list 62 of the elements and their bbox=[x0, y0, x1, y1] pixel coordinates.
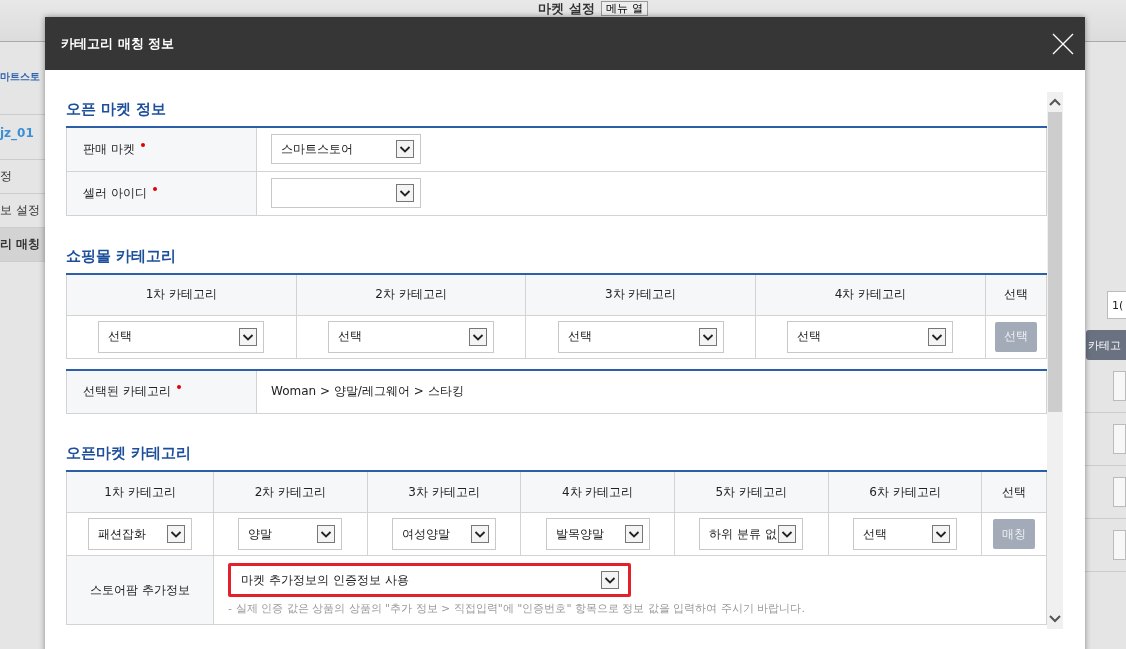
chevron-down-icon bbox=[317, 525, 336, 543]
column-header: 1차 카테고리 bbox=[66, 273, 297, 315]
chevron-down-icon bbox=[239, 327, 258, 346]
column-header: 5차 카테고리 bbox=[674, 471, 829, 513]
scroll-up-icon[interactable] bbox=[1049, 98, 1061, 106]
chevron-down-icon bbox=[928, 327, 947, 346]
dropdown[interactable]: 선택 bbox=[98, 320, 265, 353]
row-button[interactable] bbox=[1113, 530, 1126, 560]
help-text: - 실제 인증 값은 상품의 상품의 "추가 정보 > 직접입력"에 "인증번호" 항목으로 정보 값을 입력하여 주시기 바랍니다. bbox=[228, 601, 806, 616]
dropdown[interactable] bbox=[271, 178, 421, 208]
chevron-down-icon bbox=[396, 140, 414, 159]
column-header: 3차 카테고리 bbox=[525, 273, 756, 315]
chevron-down-icon bbox=[624, 525, 643, 543]
dialog-title: 카테고리 매칭 정보 bbox=[61, 34, 175, 53]
table-header: 선택된 카테고리 bbox=[66, 369, 257, 414]
dropdown[interactable]: 선택 bbox=[557, 320, 724, 353]
dropdown[interactable]: 마켓 추가정보의 인증정보 사용 bbox=[228, 563, 632, 597]
row-button[interactable] bbox=[1113, 371, 1126, 401]
dropdown[interactable]: 발목양말 bbox=[545, 518, 650, 550]
chevron-down-icon bbox=[931, 525, 950, 543]
dropdown[interactable]: 하위 분류 없 bbox=[699, 518, 804, 550]
chevron-down-icon bbox=[601, 571, 620, 589]
column-header: 1차 카테고리 bbox=[66, 471, 214, 513]
category-button[interactable]: 카테고 bbox=[1086, 330, 1126, 360]
row-button[interactable] bbox=[1113, 424, 1126, 454]
chevron-down-icon bbox=[167, 525, 186, 543]
chevron-down-icon bbox=[778, 525, 797, 543]
column-header: 2차 카테고리 bbox=[296, 273, 526, 315]
table-header: 스토어팜 추가정보 bbox=[66, 555, 214, 625]
dropdown[interactable]: 여성양말 bbox=[392, 518, 497, 550]
dropdown[interactable]: 선택 bbox=[787, 320, 954, 353]
section-title: 오픈마켓 카테고리 bbox=[66, 443, 193, 464]
sidebar-item[interactable]: 리 매칭 bbox=[0, 228, 45, 262]
dropdown[interactable]: 스마트스토어 bbox=[271, 134, 421, 165]
column-header: 4차 카테고리 bbox=[755, 273, 986, 315]
page-title: 마켓 설정 bbox=[538, 1, 595, 16]
input-field[interactable]: 1( bbox=[1107, 291, 1126, 319]
chevron-down-icon bbox=[471, 525, 490, 543]
table-header: 판매 마켓 bbox=[66, 127, 257, 171]
section-title: 쇼핑몰 카테고리 bbox=[66, 245, 178, 267]
column-header: 4차 카테고리 bbox=[520, 471, 675, 513]
chevron-down-icon bbox=[396, 184, 414, 202]
column-header: 2차 카테고리 bbox=[213, 471, 368, 513]
column-header: 선택 bbox=[981, 471, 1047, 513]
table-cell: Woman > 양말/레그웨어 > 스타킹 bbox=[256, 369, 1047, 414]
dropdown[interactable]: 선택 bbox=[328, 320, 495, 353]
column-header: 6차 카테고리 bbox=[828, 471, 982, 513]
chevron-down-icon bbox=[469, 327, 488, 346]
section-title: 오픈 마켓 정보 bbox=[66, 99, 168, 120]
scrollbar[interactable] bbox=[1047, 92, 1063, 629]
scroll-down-icon[interactable] bbox=[1049, 615, 1061, 623]
dropdown[interactable]: 양말 bbox=[238, 518, 343, 550]
chevron-down-icon bbox=[698, 327, 717, 346]
menu-button[interactable]: 메뉴 열 bbox=[601, 1, 648, 16]
column-header: 3차 카테고리 bbox=[367, 471, 521, 513]
close-icon[interactable] bbox=[1052, 32, 1074, 55]
scrollbar-thumb[interactable] bbox=[1048, 112, 1062, 412]
dropdown[interactable]: 패션잡화 bbox=[88, 518, 193, 550]
column-header: 선택 bbox=[985, 273, 1047, 315]
row-button[interactable] bbox=[1113, 477, 1126, 507]
table-header: 셀러 아이디 bbox=[66, 171, 257, 215]
dropdown[interactable]: 선택 bbox=[852, 518, 957, 550]
